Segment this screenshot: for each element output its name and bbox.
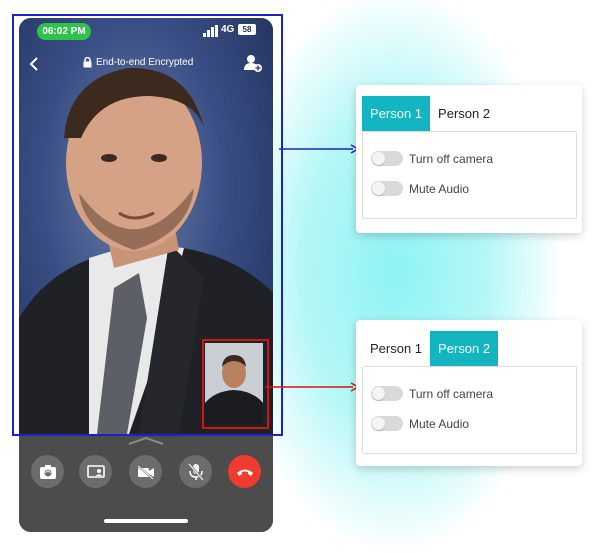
flip-camera-icon [39, 464, 56, 479]
mute-button[interactable] [179, 455, 212, 488]
tab-person-2[interactable]: Person 2 [430, 331, 499, 366]
tab-content: Turn off camera Mute Audio [362, 366, 577, 454]
chevron-up-icon[interactable] [127, 436, 165, 446]
person-tabs: Person 1 Person 2 [362, 96, 498, 131]
option-row: Mute Audio [371, 181, 469, 196]
audio-toggle[interactable] [371, 416, 403, 431]
camera-off-icon [136, 464, 154, 479]
option-row: Turn off camera [371, 151, 493, 166]
tab-content: Turn off camera Mute Audio [362, 131, 577, 219]
option-label: Turn off camera [409, 151, 494, 166]
tab-person-1[interactable]: Person 1 [362, 331, 430, 366]
share-screen-icon [86, 464, 105, 478]
thumbnail-highlight-frame [202, 339, 269, 429]
red-arrow [265, 382, 360, 392]
blue-arrow [279, 144, 360, 154]
option-label: Mute Audio [409, 416, 470, 431]
person-controls-panel-2: Person 1 Person 2 Turn off camera Mute A… [356, 320, 582, 466]
person-tabs: Person 1 Person 2 [362, 331, 499, 366]
audio-toggle[interactable] [371, 181, 403, 196]
camera-toggle[interactable] [371, 151, 403, 166]
option-row: Mute Audio [371, 416, 469, 431]
camera-toggle[interactable] [371, 386, 403, 401]
tab-person-1[interactable]: Person 1 [362, 96, 431, 131]
camera-off-button[interactable] [129, 455, 162, 488]
tab-person-2[interactable]: Person 2 [430, 96, 498, 131]
end-call-button[interactable] [228, 455, 261, 488]
option-label: Turn off camera [409, 386, 494, 401]
end-call-icon [236, 469, 253, 476]
call-controls-bar [19, 434, 273, 532]
mic-off-icon [187, 462, 204, 481]
share-screen-button[interactable] [79, 455, 112, 488]
option-label: Mute Audio [409, 181, 470, 196]
option-row: Turn off camera [371, 386, 493, 401]
home-indicator [104, 519, 188, 523]
person-controls-panel-1: Person 1 Person 2 Turn off camera Mute A… [356, 85, 582, 233]
flip-camera-button[interactable] [31, 455, 64, 488]
